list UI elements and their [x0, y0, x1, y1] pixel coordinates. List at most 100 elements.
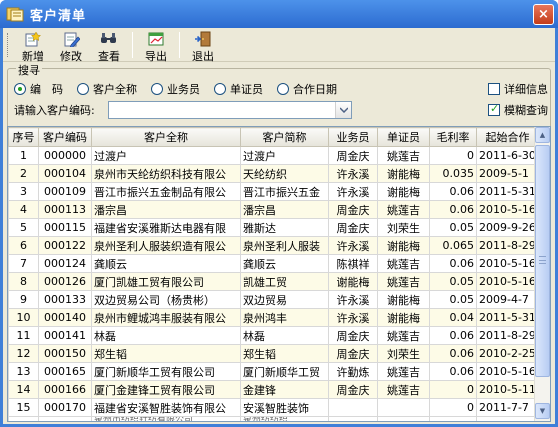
table-cell: 刘荣生 [377, 218, 430, 237]
table-cell: 15 [8, 398, 39, 417]
column-header[interactable]: 序号 [8, 127, 39, 147]
column-header[interactable]: 单证员 [377, 127, 430, 147]
table-cell: 姚莲吉 [377, 362, 430, 381]
vertical-scrollbar[interactable]: ▲ ▼ [534, 127, 550, 421]
radio-dot[interactable] [277, 83, 289, 95]
table-cell: 谢能梅 [377, 308, 430, 327]
table-row[interactable]: 6 000122 泉州圣利人服装织造有限公 泉州圣利人服装 许永溪 谢能梅 0.065 201… [8, 236, 539, 255]
window-title: 客户清单 [30, 8, 87, 24]
table-cell [429, 416, 477, 421]
table-body: 1 000000 过渡户 过渡户 周金庆 姚莲吉 0 2011-6-30 2 000104 泉州市天… [8, 146, 539, 421]
table-cell [8, 416, 39, 421]
table-row[interactable]: 9 000133 双边贸易公司（杨贵彬） 双边贸易 许永溪 谢能梅 0.05 2009-4-7 [8, 290, 539, 309]
fuzzy-search-checkbox[interactable]: 模糊查询 [488, 102, 548, 118]
chevron-down-icon[interactable] [335, 102, 351, 118]
close-button[interactable]: × [533, 4, 554, 25]
table-row[interactable]: 4 000113 潘宗昌 潘宗昌 周金庆 姚莲吉 0.06 2010-5-16 [8, 200, 539, 219]
table-cell: 许永溪 [328, 308, 378, 327]
table-cell: 泉州纺纺织 [240, 416, 329, 421]
table-cell: 厦门新顺华工贸 [240, 362, 329, 381]
title-bar[interactable]: 客户清单 × [0, 0, 558, 28]
table-row-partial[interactable]: 泉州市纺织针纺有限公司 泉州纺纺织 [8, 416, 539, 421]
radio-document-clerk[interactable]: 单证员 [214, 81, 263, 97]
radio-code[interactable]: 编 码 [14, 81, 63, 97]
table-cell: 许永溪 [328, 164, 378, 183]
radio-start-date[interactable]: 合作日期 [277, 81, 337, 97]
table-cell: 2010-5-16 [476, 254, 539, 273]
scroll-thumb[interactable] [535, 145, 550, 377]
table-cell: 泉州市纺织针纺有限公司 [91, 416, 241, 421]
table-row[interactable]: 14 000166 厦门金建锋工贸有限公司 金建锋 周金庆 姚莲吉 0 2010-5-11 [8, 380, 539, 399]
table-cell: 晋江市振兴五金制品有限公 [91, 182, 241, 201]
table-cell: 000122 [38, 236, 92, 255]
column-header[interactable]: 毛利率 [429, 127, 477, 147]
exit-button[interactable]: 退出 [184, 29, 222, 63]
table-row[interactable]: 1 000000 过渡户 过渡户 周金庆 姚莲吉 0 2011-6-30 [8, 146, 539, 165]
table-cell: 谢能梅 [377, 164, 430, 183]
table-row[interactable]: 12 000150 郑生韬 郑生韬 周金庆 刘荣生 0.06 2010-2-25 [8, 344, 539, 363]
table-cell: 泉州鸿丰 [240, 308, 329, 327]
column-header[interactable]: 客户简称 [240, 127, 329, 147]
table-cell: 000113 [38, 200, 92, 219]
table-cell: 谢能梅 [377, 182, 430, 201]
radio-dot[interactable] [77, 83, 89, 95]
table-row[interactable]: 15 000170 福建省安溪智胜装饰有限公 安溪智胜装饰 0 2011-7-7 [8, 398, 539, 417]
table-cell: 金建锋 [240, 380, 329, 399]
detail-info-checkbox[interactable]: 详细信息 [488, 81, 548, 97]
customer-code-combo[interactable] [108, 101, 352, 119]
checkbox-box[interactable] [488, 83, 500, 95]
export-button[interactable]: 导出 [137, 29, 175, 63]
table-row[interactable]: 11 000141 林磊 林磊 周金庆 姚莲吉 0.06 2011-8-29 [8, 326, 539, 345]
column-header[interactable]: 客户全称 [91, 127, 241, 147]
table-cell: 0 [429, 380, 477, 399]
table-cell: 2009-4-7 [476, 290, 539, 309]
table-cell: 0.06 [429, 182, 477, 201]
view-button[interactable]: 查看 [90, 29, 128, 63]
table-row[interactable]: 8 000126 厦门凯雄工贸有限公司 凯雄工贸 谢能梅 姚莲吉 0.05 2010-5-16 [8, 272, 539, 291]
column-header[interactable]: 客户编码 [38, 127, 92, 147]
table-cell [328, 398, 378, 417]
scroll-up-arrow[interactable]: ▲ [535, 127, 550, 143]
table-row[interactable]: 2 000104 泉州市天纶纺织科技有限公 天纶纺织 许永溪 谢能梅 0.035 2009-5… [8, 164, 539, 183]
radio-dot[interactable] [214, 83, 226, 95]
customer-code-input[interactable] [109, 102, 335, 118]
table-cell: 双边贸易公司（杨贵彬） [91, 290, 241, 309]
column-header[interactable]: 起始合作 [476, 127, 539, 147]
table-cell: 谢能梅 [377, 236, 430, 255]
edit-button[interactable]: 修改 [52, 29, 90, 63]
table-cell: 龚顺云 [240, 254, 329, 273]
add-button[interactable]: 新增 [14, 29, 52, 63]
toolbar-grip[interactable] [7, 32, 10, 57]
table-cell: 1 [8, 146, 39, 165]
radio-dot[interactable] [151, 83, 163, 95]
table-cell: 许永溪 [328, 236, 378, 255]
radio-full-name[interactable]: 客户全称 [77, 81, 137, 97]
edit-button-label: 修改 [60, 49, 82, 63]
radio-label: 业务员 [167, 83, 200, 96]
table-cell: 许永溪 [328, 290, 378, 309]
table-cell: 姚莲吉 [377, 146, 430, 165]
export-button-label: 导出 [145, 49, 167, 63]
table-header-row: 序号 客户编码 客户全称 客户简称 业务员 单证员 毛利率 起始合作 [8, 127, 539, 147]
radio-dot[interactable] [14, 83, 26, 95]
table-cell: 厦门凯雄工贸有限公司 [91, 272, 241, 291]
table-row[interactable]: 3 000109 晋江市振兴五金制品有限公 晋江市振兴五金 许永溪 谢能梅 0.06 2011… [8, 182, 539, 201]
table-cell: 5 [8, 218, 39, 237]
radio-salesperson[interactable]: 业务员 [151, 81, 200, 97]
table-row[interactable]: 5 000115 福建省安溪雅斯达电器有限 雅斯达 周金庆 刘荣生 0.05 2009-9-2… [8, 218, 539, 237]
table-cell: 雅斯达 [240, 218, 329, 237]
table-cell: 12 [8, 344, 39, 363]
table-row[interactable]: 7 000124 龚顺云 龚顺云 陈祺祥 姚莲吉 0.06 2010-5-16 [8, 254, 539, 273]
table-cell: 0.05 [429, 272, 477, 291]
app-icon [6, 6, 24, 22]
scroll-down-arrow[interactable]: ▼ [535, 403, 550, 419]
table-cell: 泉州市鲤城鸿丰服装有限公 [91, 308, 241, 327]
table-cell: 2010-5-11 [476, 380, 539, 399]
checkbox-box[interactable] [488, 102, 500, 116]
table-cell: 8 [8, 272, 39, 291]
table-cell: 郑生韬 [240, 344, 329, 363]
search-field-radios: 编 码 客户全称 业务员 单证员 合作日期 [14, 81, 351, 97]
table-row[interactable]: 10 000140 泉州市鲤城鸿丰服装有限公 泉州鸿丰 许永溪 谢能梅 0.04 2011-5… [8, 308, 539, 327]
table-row[interactable]: 13 000165 厦门新顺华工贸有限公司 厦门新顺华工贸 许勤炼 姚莲吉 0.06 2010… [8, 362, 539, 381]
column-header[interactable]: 业务员 [328, 127, 378, 147]
